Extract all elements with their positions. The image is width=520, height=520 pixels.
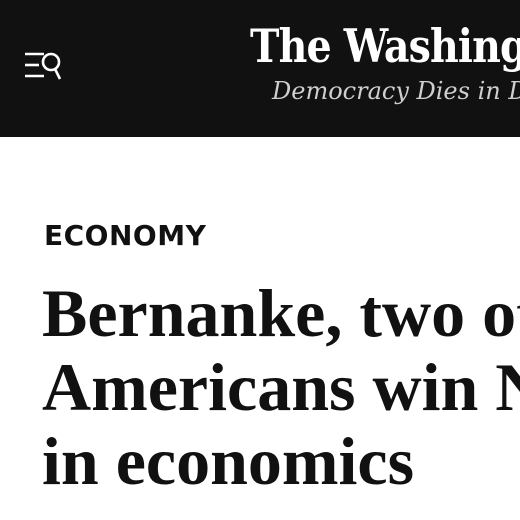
menu-search-button[interactable]: [20, 46, 66, 86]
masthead: The Washington Post Democracy Dies in Da…: [0, 0, 520, 137]
headline-line: in economics: [42, 423, 415, 499]
site-logo[interactable]: The Washington Post: [250, 14, 520, 78]
menu-search-icon: [25, 52, 62, 80]
article-headline: Bernanke, two other Americans win Nobel …: [42, 276, 520, 498]
headline-line: Bernanke, two other: [42, 275, 520, 351]
site-tagline: Democracy Dies in Darkness: [272, 77, 520, 105]
headline-line: Americans win Nobel: [42, 349, 520, 425]
section-label[interactable]: ECONOMY: [44, 218, 206, 254]
page: The Washington Post Democracy Dies in Da…: [0, 0, 520, 520]
